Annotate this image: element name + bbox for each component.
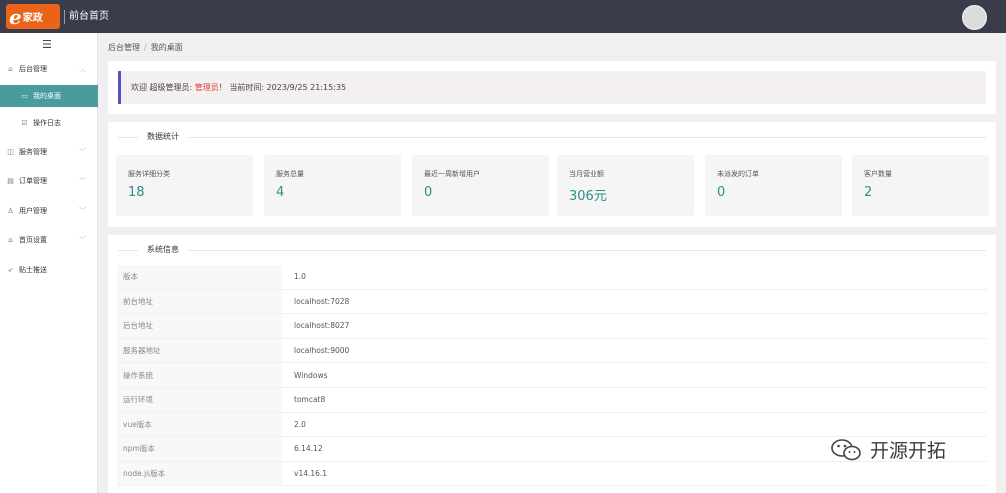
user-icon: ♙ bbox=[7, 207, 14, 215]
logo-text: 家政 bbox=[22, 13, 43, 24]
stat-value: 306元 bbox=[569, 189, 607, 204]
menu-icon[interactable]: ☰ bbox=[42, 39, 52, 50]
stat-label: 最近一周新增用户 bbox=[424, 170, 480, 178]
top-bar: e 家政 前台首页 bbox=[0, 0, 1006, 33]
table-row: 后台地址 localhost:8027 bbox=[117, 314, 987, 339]
stat-label: 服务详细分类 bbox=[128, 170, 170, 178]
sidebar-item-label: 操作日志 bbox=[33, 119, 61, 127]
table-row: 版本 1.0 bbox=[117, 265, 987, 290]
stat-value: 4 bbox=[276, 185, 285, 200]
breadcrumb: 后台管理 / 我的桌面 bbox=[108, 42, 183, 53]
front-page-link[interactable]: 前台首页 bbox=[69, 10, 109, 24]
stat-label: 服务总量 bbox=[276, 170, 304, 178]
logo[interactable]: e 家政 bbox=[6, 4, 60, 29]
welcome-prefix: 欢迎 超级管理员: bbox=[131, 83, 195, 92]
stat-label: 客户数量 bbox=[864, 170, 892, 178]
sidebar-item-label: 我的桌面 bbox=[33, 92, 61, 100]
stat-customer-count: 客户数量 2 bbox=[852, 155, 989, 216]
breadcrumb-current: 我的桌面 bbox=[150, 43, 183, 52]
chevron-down-icon: ﹀ bbox=[79, 177, 86, 185]
home-settings-icon: ⌂ bbox=[8, 236, 13, 244]
stat-value: 18 bbox=[128, 185, 145, 200]
row-key: vue版本 bbox=[117, 412, 282, 437]
table-row: 前台地址 localhost:7028 bbox=[117, 289, 987, 315]
watermark-text: 开源开拓 bbox=[870, 440, 947, 462]
stat-service-categories: 服务详细分类 18 bbox=[116, 155, 253, 216]
stats-title: 数据统计 bbox=[138, 131, 188, 143]
sidebar-item-label: 订单管理 bbox=[19, 177, 47, 185]
row-value: tomcat8 bbox=[294, 395, 326, 405]
row-key: node.js版本 bbox=[117, 461, 282, 486]
sidebar-item-backend[interactable]: ⌂ 后台管理 ︿ bbox=[0, 58, 98, 80]
sidebar-item-log[interactable]: ☑ 操作日志 bbox=[0, 112, 98, 134]
sidebar-item-label: 贴士推送 bbox=[19, 266, 47, 274]
order-icon: ▤ bbox=[7, 177, 14, 185]
chevron-down-icon: ﹀ bbox=[79, 236, 86, 244]
stat-label: 当月营业额 bbox=[569, 170, 604, 178]
table-row: 运行环境 tomcat8 bbox=[117, 387, 987, 413]
row-key: 版本 bbox=[117, 265, 282, 289]
wechat-icon bbox=[828, 437, 870, 463]
row-value: 6.14.12 bbox=[294, 444, 323, 454]
chevron-down-icon: ﹀ bbox=[79, 148, 86, 156]
row-value: localhost:9000 bbox=[294, 346, 350, 356]
stat-monthly-revenue: 当月营业额 306元 bbox=[557, 155, 694, 216]
stat-label: 未派发的订单 bbox=[717, 170, 759, 178]
breadcrumb-root[interactable]: 后台管理 bbox=[108, 43, 140, 52]
sidebar-item-label: 服务管理 bbox=[19, 148, 47, 156]
row-value: v14.16.1 bbox=[294, 469, 328, 479]
row-value: localhost:7028 bbox=[294, 296, 350, 306]
table-row: 操作系统 Windows bbox=[117, 363, 987, 388]
stat-value: 0 bbox=[717, 185, 726, 200]
row-value: 2.0 bbox=[294, 419, 306, 429]
sidebar-item-user[interactable]: ♙ 用户管理 ﹀ bbox=[0, 200, 98, 222]
avatar[interactable] bbox=[962, 5, 987, 30]
row-value: 1.0 bbox=[294, 272, 306, 282]
monitor-icon: ▭ bbox=[21, 92, 28, 100]
service-icon: ◫ bbox=[7, 148, 14, 156]
sidebar: ☰ ⌂ 后台管理 ︿ ▭ 我的桌面 ☑ 操作日志 ◫ 服务管理 ﹀ ▤ 订单管理… bbox=[0, 33, 98, 493]
sidebar-item-home-settings[interactable]: ⌂ 首页设置 ﹀ bbox=[0, 229, 98, 251]
welcome-card: 欢迎 超级管理员: 管理员！ 当前时间: 2023/9/25 21:15:35 bbox=[108, 61, 996, 114]
breadcrumb-separator: / bbox=[144, 43, 147, 52]
row-key: npm版本 bbox=[117, 437, 282, 461]
table-row: 服务器地址 localhost:9000 bbox=[117, 338, 987, 364]
sidebar-item-label: 用户管理 bbox=[19, 207, 47, 215]
row-key: 前台地址 bbox=[117, 289, 282, 314]
sidebar-item-desktop[interactable]: ▭ 我的桌面 bbox=[0, 85, 98, 107]
welcome-suffix: ！ 当前时间: 2023/9/25 21:15:35 bbox=[218, 83, 347, 92]
sidebar-item-service[interactable]: ◫ 服务管理 ﹀ bbox=[0, 141, 98, 163]
row-value: localhost:8027 bbox=[294, 321, 350, 331]
table-row: vue版本 2.0 bbox=[117, 412, 987, 438]
row-key: 服务器地址 bbox=[117, 338, 282, 363]
role-text: 管理员 bbox=[194, 83, 219, 92]
row-value: Windows bbox=[294, 370, 328, 380]
watermark: 开源开拓 bbox=[828, 436, 946, 463]
stat-value: 0 bbox=[424, 185, 433, 200]
sidebar-item-label: 首页设置 bbox=[19, 236, 47, 244]
chevron-down-icon: ﹀ bbox=[79, 207, 86, 215]
log-icon: ☑ bbox=[21, 119, 28, 127]
stat-new-users: 最近一周新增用户 0 bbox=[412, 155, 549, 216]
chevron-up-icon: ︿ bbox=[79, 65, 86, 73]
system-title: 系统信息 bbox=[138, 244, 188, 256]
sidebar-item-label: 后台管理 bbox=[19, 65, 47, 73]
stat-undispatched-orders: 未派发的订单 0 bbox=[705, 155, 842, 216]
welcome-banner: 欢迎 超级管理员: 管理员！ 当前时间: 2023/9/25 21:15:35 bbox=[118, 71, 986, 104]
stats-legend: 数据统计 bbox=[118, 131, 986, 143]
logo-mark: e bbox=[9, 4, 22, 29]
sidebar-item-tips[interactable]: ➶ 贴士推送 bbox=[0, 259, 98, 281]
header-divider bbox=[64, 10, 65, 24]
table-row: node.js版本 v14.16.1 bbox=[117, 461, 987, 487]
home-icon: ⌂ bbox=[8, 65, 13, 73]
stats-card: 数据统计 服务详细分类 18 服务总量 4 最近一周新增用户 0 当月营业额 3… bbox=[108, 122, 996, 227]
row-key: 运行环境 bbox=[117, 387, 282, 412]
system-legend: 系统信息 bbox=[118, 244, 986, 256]
sidebar-item-order[interactable]: ▤ 订单管理 ﹀ bbox=[0, 170, 98, 192]
send-icon: ➶ bbox=[7, 266, 14, 274]
row-key: 操作系统 bbox=[117, 363, 282, 387]
row-key: 后台地址 bbox=[117, 314, 282, 338]
stat-value: 2 bbox=[864, 185, 873, 200]
stat-service-total: 服务总量 4 bbox=[264, 155, 401, 216]
